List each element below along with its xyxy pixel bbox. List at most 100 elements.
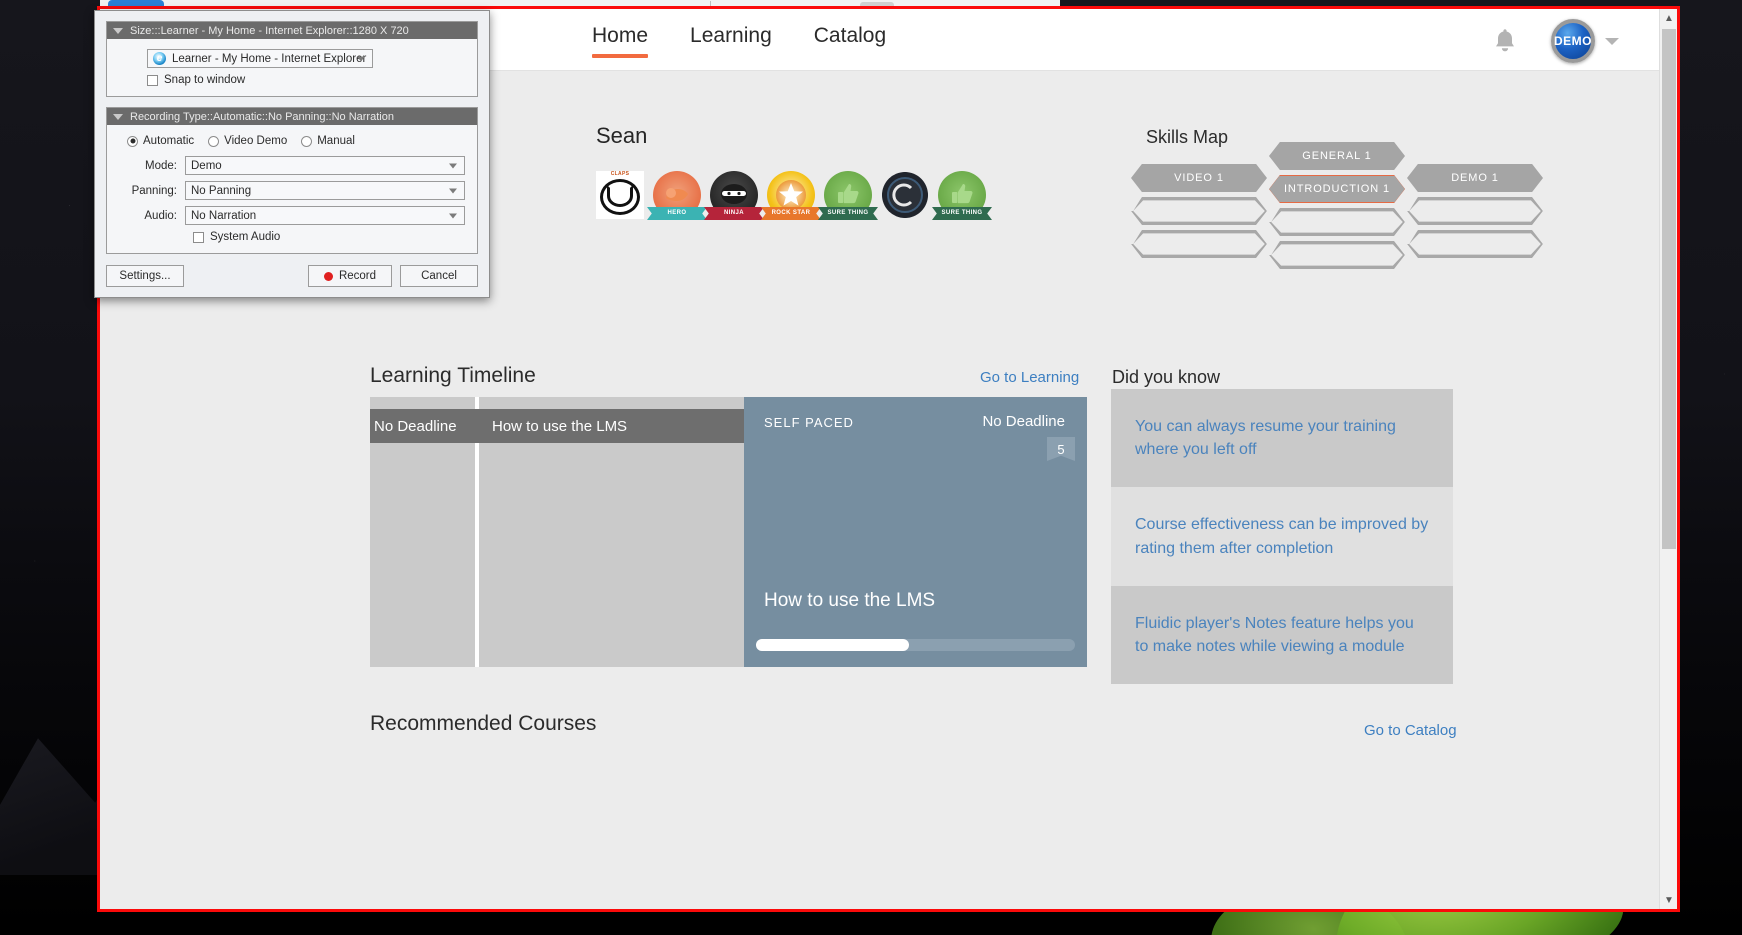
timeline-row[interactable]: No Deadline How to use the LMS <box>370 409 744 443</box>
did-you-know-list: You can always resume your training wher… <box>1111 389 1453 685</box>
course-card-deadline: No Deadline <box>982 413 1065 430</box>
audio-select-value: No Narration <box>191 209 257 222</box>
record-button[interactable]: Record <box>308 265 392 287</box>
avatar[interactable]: DEMO <box>1551 19 1595 63</box>
course-card[interactable]: SELF PACED No Deadline 5 How to use the … <box>744 397 1087 667</box>
size-panel-body: Learner - My Home - Internet Explorer Sn… <box>107 39 477 96</box>
scrollbar-thumb[interactable] <box>1662 29 1676 549</box>
recorder-footer: Settings... Record Cancel <box>106 265 478 287</box>
recording-type-panel-body: Automatic Video Demo Manual Mode: Demo P… <box>107 125 477 253</box>
claps-badge-logo <box>600 179 640 215</box>
chevron-down-icon[interactable] <box>449 213 457 218</box>
audio-field: Audio: No Narration <box>119 206 465 225</box>
user-menu[interactable]: DEMO <box>1551 19 1619 63</box>
mode-select[interactable]: Demo <box>185 156 465 175</box>
cancel-button[interactable]: Cancel <box>400 265 478 287</box>
go-to-catalog-link[interactable]: Go to Catalog <box>1364 722 1457 739</box>
skill-hex-video-1[interactable]: VIDEO 1 <box>1131 164 1267 192</box>
radio-dot <box>208 135 220 147</box>
sure-thing-badge-ribbon: SURE THING <box>818 207 878 220</box>
mode-select-value: Demo <box>191 159 222 172</box>
chevron-down-icon[interactable] <box>357 56 365 61</box>
settings-button[interactable]: Settings... <box>106 265 184 287</box>
skills-column-general: GENERAL 1 INTRODUCTION 1 <box>1268 142 1406 274</box>
skill-hex-introduction-1[interactable]: INTRODUCTION 1 <box>1269 175 1405 203</box>
hero-badge[interactable]: HERO <box>647 171 707 220</box>
triangle-down-icon[interactable] <box>113 113 123 120</box>
nav-item-catalog[interactable]: Catalog <box>812 20 888 60</box>
main-navigation: Home Learning Catalog <box>590 9 888 71</box>
record-button-label: Record <box>338 270 377 282</box>
sure-thing-badge[interactable]: SURE THING <box>818 171 878 220</box>
skill-hex-empty[interactable] <box>1131 230 1267 258</box>
skill-hex-empty[interactable] <box>1269 241 1405 269</box>
timeline-row-deadline: No Deadline <box>374 417 457 435</box>
c-badge[interactable] <box>881 171 929 219</box>
skill-hex-empty[interactable] <box>1407 230 1543 258</box>
skills-column-demo: DEMO 1 <box>1406 164 1544 274</box>
chevron-down-icon[interactable] <box>449 188 457 193</box>
panning-field: Panning: No Panning <box>119 181 465 200</box>
mode-label: Mode: <box>145 159 177 172</box>
course-card-title: How to use the LMS <box>764 590 936 611</box>
hero-badge-ribbon: HERO <box>647 207 707 220</box>
recording-type-panel-header-label: Recording Type::Automatic::No Panning::N… <box>130 110 394 123</box>
audio-select[interactable]: No Narration <box>185 206 465 225</box>
chevron-up-icon[interactable]: ▲ <box>1660 9 1677 27</box>
course-progress-bar <box>756 639 1075 651</box>
radio-video-demo-label: Video Demo <box>224 135 288 147</box>
ninja-badge-ribbon: NINJA <box>704 207 764 220</box>
panning-label: Panning: <box>131 184 177 197</box>
learning-timeline-strip: No Deadline How to use the LMS SELF PACE… <box>370 397 1087 667</box>
radio-dot <box>127 135 138 147</box>
bell-icon[interactable] <box>1493 27 1517 55</box>
timeline-row-title: How to use the LMS <box>492 417 628 435</box>
did-you-know-title: Did you know <box>1112 367 1221 387</box>
course-card-self-paced: SELF PACED <box>764 415 854 430</box>
skill-hex-empty[interactable] <box>1407 197 1543 225</box>
badges-row: CLAPS HERO NINJA ROCK STAR SURE THING SU… <box>596 171 992 220</box>
radio-automatic[interactable]: Automatic <box>127 135 194 147</box>
course-progress-fill <box>756 639 910 651</box>
checkbox-box <box>147 74 158 86</box>
skill-hex-demo-1[interactable]: DEMO 1 <box>1407 164 1543 192</box>
skill-hex-empty[interactable] <box>1269 208 1405 236</box>
go-to-learning-link[interactable]: Go to Learning <box>980 369 1079 386</box>
radio-manual-label: Manual <box>317 135 355 147</box>
recording-type-panel-header[interactable]: Recording Type::Automatic::No Panning::N… <box>107 108 477 125</box>
recording-type-radios: Automatic Video Demo Manual <box>127 135 465 147</box>
size-panel: Size:::Learner - My Home - Internet Expl… <box>106 21 478 97</box>
recorder-dialog: Size:::Learner - My Home - Internet Expl… <box>94 10 490 298</box>
radio-video-demo[interactable]: Video Demo <box>208 135 287 147</box>
radio-dot <box>301 135 313 147</box>
did-you-know-item[interactable]: You can always resume your training wher… <box>1111 389 1453 488</box>
snap-to-window-label: Snap to window <box>164 74 246 86</box>
skill-hex-introduction-1-label: INTRODUCTION 1 <box>1283 183 1391 195</box>
triangle-down-icon[interactable] <box>113 27 123 34</box>
nav-item-home[interactable]: Home <box>590 20 650 60</box>
ninja-badge[interactable]: NINJA <box>704 171 764 220</box>
rock-star-badge[interactable]: ROCK STAR <box>761 171 821 220</box>
skill-hex-general-1[interactable]: GENERAL 1 <box>1269 142 1405 170</box>
skills-map: VIDEO 1 GENERAL 1 INTRODUCTION 1 DEMO 1 <box>1130 142 1544 274</box>
chevron-down-icon[interactable] <box>449 163 457 168</box>
app-scrollbar[interactable]: ▲ ▼ <box>1659 9 1677 909</box>
window-select[interactable]: Learner - My Home - Internet Explorer <box>147 49 373 68</box>
chevron-down-icon[interactable]: ▼ <box>1660 891 1677 909</box>
skills-map-title: Skills Map <box>1146 127 1229 147</box>
mode-field: Mode: Demo <box>119 156 465 175</box>
chevron-down-icon[interactable] <box>1605 37 1619 45</box>
nav-item-learning[interactable]: Learning <box>688 20 774 60</box>
rock-star-badge-ribbon: ROCK STAR <box>761 207 821 220</box>
radio-manual[interactable]: Manual <box>301 135 355 147</box>
sure-thing-badge-2[interactable]: SURE THING <box>932 171 992 220</box>
did-you-know-item[interactable]: Fluidic player's Notes feature helps you… <box>1111 585 1453 685</box>
internet-explorer-icon <box>153 52 166 65</box>
claps-badge[interactable]: CLAPS <box>596 171 644 219</box>
did-you-know-item[interactable]: Course effectiveness can be improved by … <box>1111 487 1453 586</box>
panning-select[interactable]: No Panning <box>185 181 465 200</box>
system-audio-checkbox[interactable]: System Audio <box>193 231 465 243</box>
size-panel-header[interactable]: Size:::Learner - My Home - Internet Expl… <box>107 22 477 39</box>
skill-hex-empty[interactable] <box>1131 197 1267 225</box>
snap-to-window-checkbox[interactable]: Snap to window <box>147 74 465 86</box>
